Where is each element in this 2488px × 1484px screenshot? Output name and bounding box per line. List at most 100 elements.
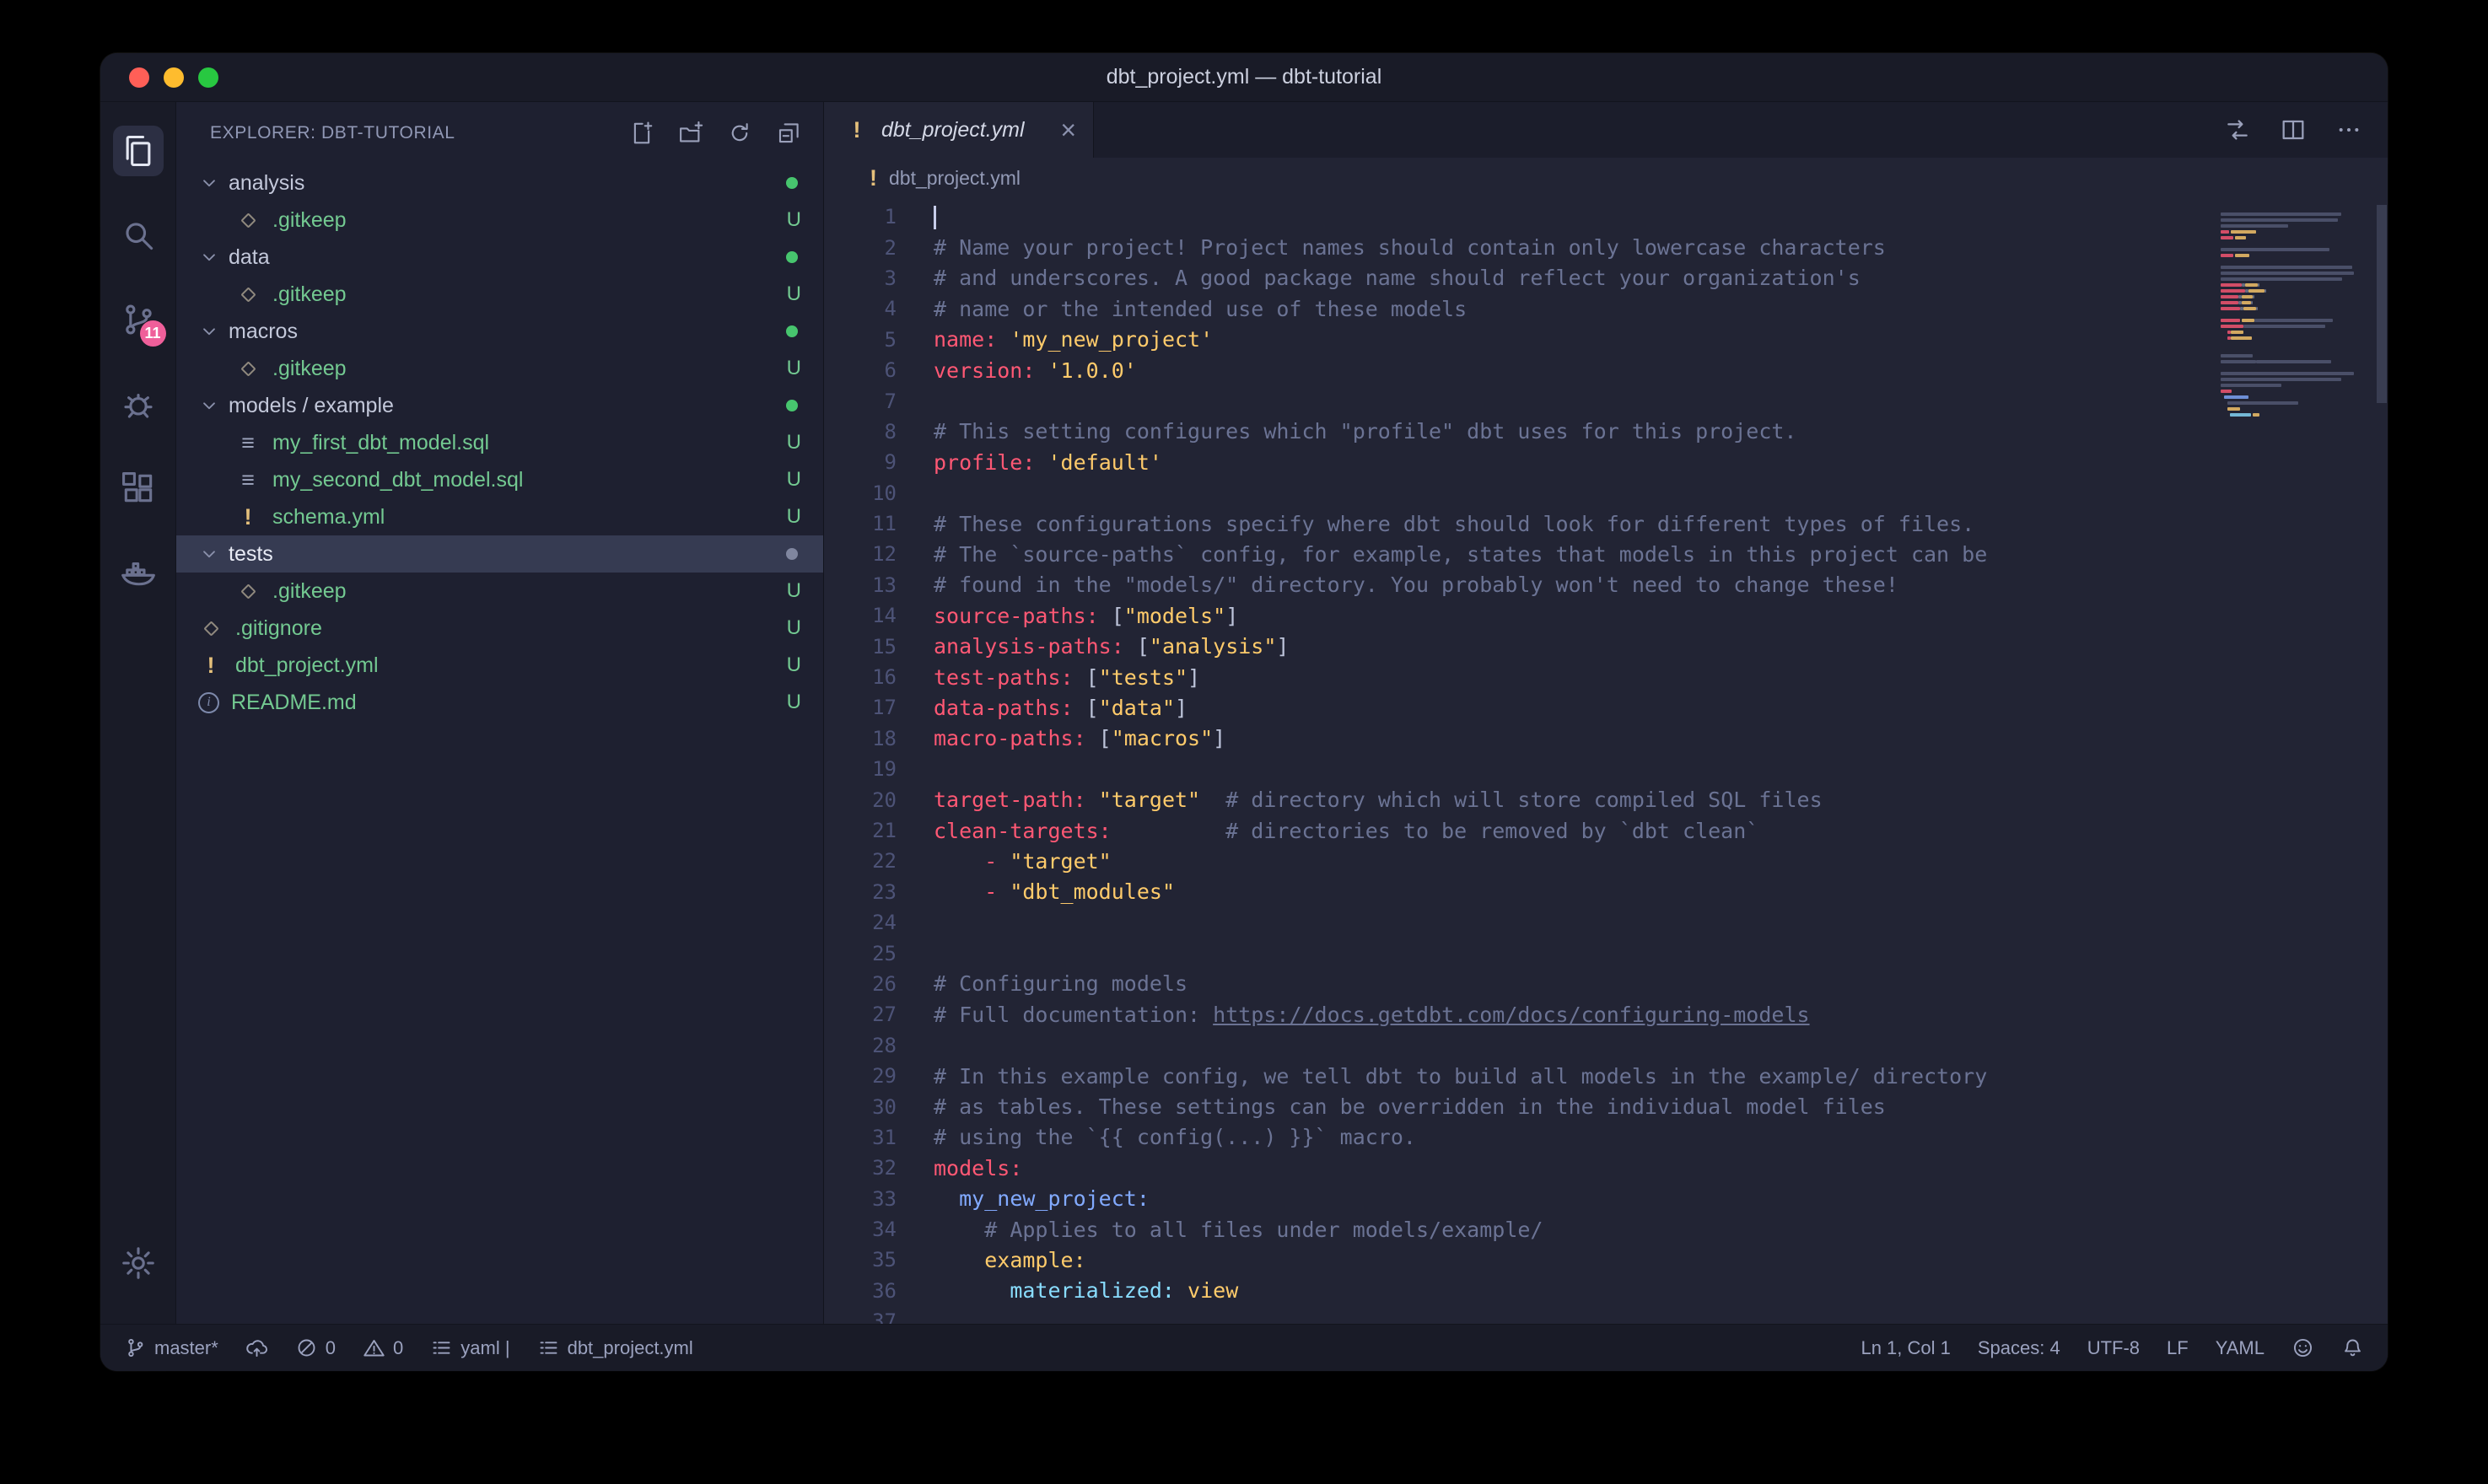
- code-line-23[interactable]: 23 - "dbt_modules": [824, 877, 2388, 907]
- code-line-11[interactable]: 11# These configurations specify where d…: [824, 508, 2388, 539]
- code-line-8[interactable]: 8# This setting configures which "profil…: [824, 417, 2388, 447]
- code-line-31[interactable]: 31# using the `{{ config(...) }}` macro.: [824, 1122, 2388, 1153]
- tab-dbt-project-yml[interactable]: ! dbt_project.yml ×: [824, 102, 1094, 158]
- tree-folder-models-example[interactable]: models / example: [176, 387, 823, 424]
- open-changes-button[interactable]: [2224, 116, 2251, 143]
- activity-settings[interactable]: [100, 1221, 176, 1305]
- status-encoding[interactable]: UTF-8: [2087, 1337, 2140, 1359]
- code-line-13[interactable]: 13# found in the "models/" directory. Yo…: [824, 570, 2388, 600]
- close-window-button[interactable]: [129, 67, 149, 88]
- status-active-file[interactable]: dbt_project.yml: [537, 1336, 693, 1359]
- status-eol[interactable]: LF: [2167, 1337, 2189, 1359]
- code-line-29[interactable]: 29# In this example config, we tell dbt …: [824, 1061, 2388, 1091]
- tree-file-gitkeep[interactable]: .gitkeepU: [176, 202, 823, 239]
- tree-item-label: analysis: [229, 171, 776, 196]
- tree-folder-analysis[interactable]: analysis: [176, 164, 823, 202]
- line-number: 9: [824, 450, 897, 474]
- activity-docker[interactable]: [100, 530, 176, 615]
- minimap[interactable]: [2221, 207, 2371, 425]
- minimap-line: [2221, 260, 2371, 263]
- status-errors[interactable]: 0: [295, 1336, 336, 1359]
- status-warnings[interactable]: 0: [363, 1336, 403, 1359]
- activity-debug[interactable]: [100, 362, 176, 446]
- status-branch[interactable]: master*: [124, 1336, 218, 1359]
- code-line-4[interactable]: 4# name or the intended use of these mod…: [824, 293, 2388, 324]
- code-line-28[interactable]: 28: [824, 1030, 2388, 1061]
- editor-scrollbar[interactable]: [2375, 198, 2388, 1324]
- code-line-19[interactable]: 19: [824, 754, 2388, 784]
- code-line-9[interactable]: 9profile: 'default': [824, 447, 2388, 477]
- line-content: # These configurations specify where dbt…: [934, 512, 1974, 536]
- code-line-36[interactable]: 36 materialized: view: [824, 1276, 2388, 1306]
- breadcrumb[interactable]: ! dbt_project.yml: [824, 158, 2388, 198]
- code-line-6[interactable]: 6version: '1.0.0': [824, 355, 2388, 385]
- activity-explorer[interactable]: [100, 109, 176, 193]
- code-line-7[interactable]: 7: [824, 385, 2388, 416]
- close-tab-icon[interactable]: ×: [1060, 116, 1076, 143]
- code-line-14[interactable]: 14source-paths: ["models"]: [824, 600, 2388, 631]
- refresh-button[interactable]: [727, 121, 752, 146]
- activity-extensions[interactable]: [100, 446, 176, 530]
- activity-search[interactable]: [100, 193, 176, 277]
- code-line-37[interactable]: 37: [824, 1306, 2388, 1324]
- tree-file-schema-yml[interactable]: !schema.ymlU: [176, 498, 823, 535]
- new-folder-button[interactable]: [678, 121, 703, 146]
- new-file-button[interactable]: [629, 121, 654, 146]
- status-notifications[interactable]: [2341, 1336, 2364, 1359]
- zoom-window-button[interactable]: [198, 67, 218, 88]
- git-untracked-badge: U: [787, 505, 801, 529]
- tree-file-my-second-dbt-model-sql[interactable]: ≡my_second_dbt_model.sqlU: [176, 461, 823, 498]
- status-language-mode[interactable]: YAML: [2216, 1337, 2265, 1359]
- status-branch-label: master*: [154, 1337, 218, 1359]
- code-line-33[interactable]: 33 my_new_project:: [824, 1184, 2388, 1214]
- tree-file-readme-md[interactable]: iREADME.mdU: [176, 684, 823, 721]
- docker-icon: [120, 554, 157, 591]
- code-line-15[interactable]: 15analysis-paths: ["analysis"]: [824, 631, 2388, 661]
- code-line-27[interactable]: 27# Full documentation: https://docs.get…: [824, 999, 2388, 1030]
- code-line-20[interactable]: 20target-path: "target" # directory whic…: [824, 784, 2388, 815]
- code-line-35[interactable]: 35 example:: [824, 1245, 2388, 1275]
- breadcrumb-item-file[interactable]: dbt_project.yml: [889, 167, 1021, 190]
- status-yaml-schema[interactable]: yaml |: [430, 1336, 509, 1359]
- status-cursor-position[interactable]: Ln 1, Col 1: [1861, 1337, 1950, 1359]
- code-line-18[interactable]: 18macro-paths: ["macros"]: [824, 723, 2388, 754]
- status-indentation[interactable]: Spaces: 4: [1978, 1337, 2060, 1359]
- tree-folder-macros[interactable]: macros: [176, 313, 823, 350]
- tree-file-dbt-project-yml[interactable]: !dbt_project.ymlU: [176, 647, 823, 684]
- code-line-17[interactable]: 17data-paths: ["data"]: [824, 692, 2388, 723]
- code-line-22[interactable]: 22 - "target": [824, 846, 2388, 876]
- code-line-32[interactable]: 32models:: [824, 1153, 2388, 1183]
- code-line-12[interactable]: 12# The `source-paths` config, for examp…: [824, 539, 2388, 569]
- split-editor-button[interactable]: [2280, 116, 2307, 143]
- code-line-21[interactable]: 21clean-targets: # directories to be rem…: [824, 815, 2388, 846]
- code-line-16[interactable]: 16test-paths: ["tests"]: [824, 662, 2388, 692]
- tree-folder-data[interactable]: data: [176, 239, 823, 276]
- code-lines: 12# Name your project! Project names sho…: [824, 202, 2388, 1324]
- status-sync[interactable]: [245, 1336, 268, 1359]
- code-line-1[interactable]: 1: [824, 202, 2388, 232]
- code-line-26[interactable]: 26# Configuring models: [824, 969, 2388, 999]
- activity-source-control[interactable]: 11: [100, 277, 176, 362]
- tree-file-gitkeep[interactable]: .gitkeepU: [176, 350, 823, 387]
- tree-folder-tests[interactable]: tests: [176, 535, 823, 573]
- tree-file-gitignore[interactable]: .gitignoreU: [176, 610, 823, 647]
- git-changes-dot: [786, 251, 798, 263]
- code-line-25[interactable]: 25: [824, 938, 2388, 968]
- tree-file-gitkeep[interactable]: .gitkeepU: [176, 573, 823, 610]
- code-editor[interactable]: 12# Name your project! Project names sho…: [824, 198, 2388, 1324]
- tree-file-my-first-dbt-model-sql[interactable]: ≡my_first_dbt_model.sqlU: [176, 424, 823, 461]
- minimize-window-button[interactable]: [164, 67, 184, 88]
- code-line-24[interactable]: 24: [824, 907, 2388, 938]
- status-feedback[interactable]: [2291, 1336, 2314, 1359]
- scrollbar-thumb[interactable]: [2377, 205, 2387, 403]
- code-line-5[interactable]: 5name: 'my_new_project': [824, 325, 2388, 355]
- collapse-all-button[interactable]: [776, 121, 801, 146]
- code-line-30[interactable]: 30# as tables. These settings can be ove…: [824, 1091, 2388, 1121]
- tree-file-gitkeep[interactable]: .gitkeepU: [176, 276, 823, 313]
- code-line-3[interactable]: 3# and underscores. A good package name …: [824, 263, 2388, 293]
- code-line-34[interactable]: 34 # Applies to all files under models/e…: [824, 1214, 2388, 1245]
- code-line-2[interactable]: 2# Name your project! Project names shou…: [824, 232, 2388, 262]
- code-line-10[interactable]: 10: [824, 478, 2388, 508]
- title-bar[interactable]: dbt_project.yml — dbt-tutorial: [100, 53, 2388, 102]
- more-actions-button[interactable]: [2335, 116, 2362, 143]
